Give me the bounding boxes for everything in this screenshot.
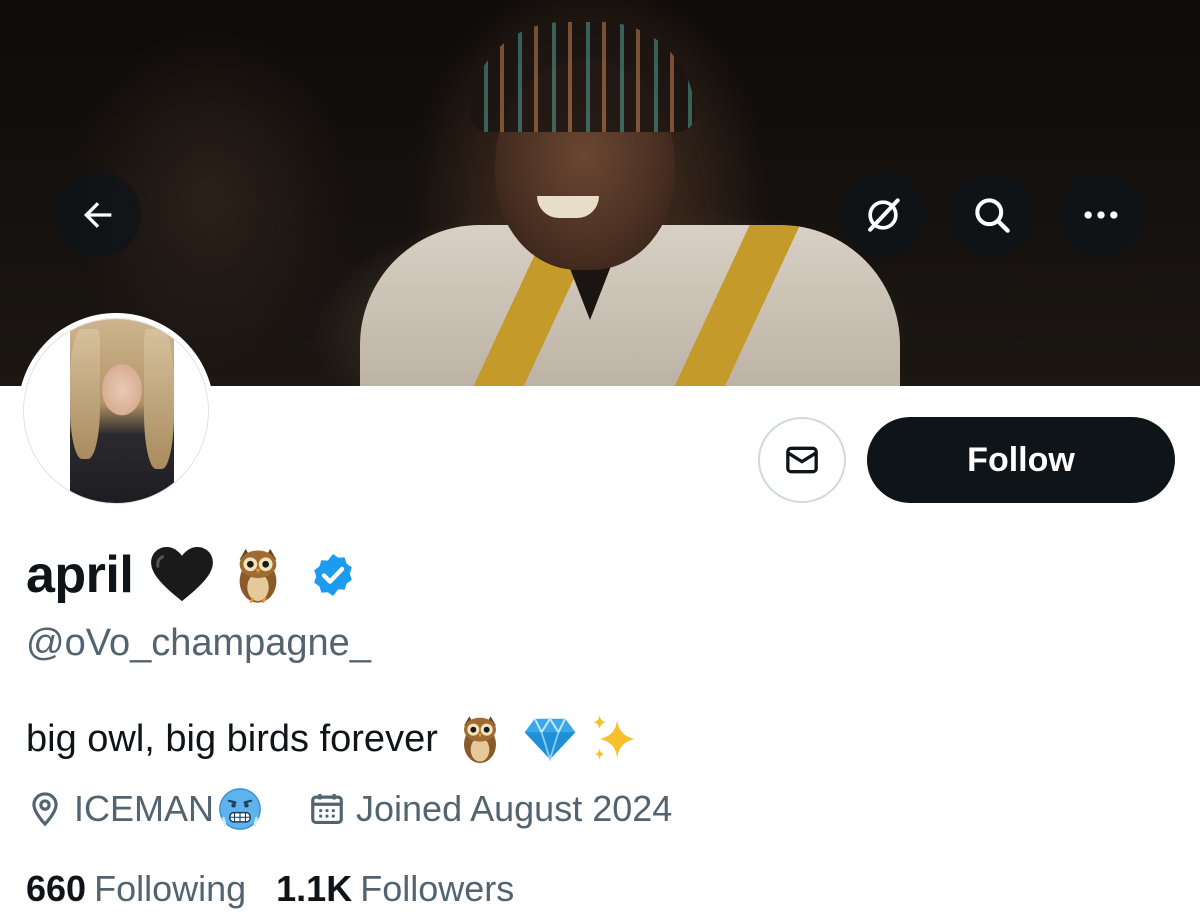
username-handle: @oVo_champagne_ — [26, 622, 371, 664]
avatar-hair-right — [144, 329, 174, 469]
follow-button[interactable]: Follow — [867, 417, 1175, 503]
profile-avatar[interactable] — [18, 313, 214, 509]
profile-meta: ICEMAN Joined August 2024 — [26, 785, 672, 833]
gem-icon — [522, 717, 578, 761]
sparkles-icon — [590, 713, 638, 765]
bio-text: big owl, big birds forever — [26, 717, 438, 760]
verified-badge-icon[interactable] — [309, 551, 357, 599]
arrow-left-icon — [84, 202, 112, 228]
slashed-circle-icon — [868, 198, 900, 232]
search-icon — [975, 198, 1010, 233]
owl-icon — [460, 712, 500, 766]
grok-button[interactable] — [840, 172, 926, 258]
followers-count: 1.1K — [276, 868, 353, 909]
calendar-icon — [311, 793, 343, 825]
envelope-icon — [786, 446, 818, 474]
followers-stat[interactable]: 1.1K Followers — [276, 868, 514, 910]
avatar-image — [23, 318, 209, 504]
banner-figure-hair — [470, 22, 695, 132]
following-count: 660 — [26, 868, 87, 909]
message-button[interactable] — [758, 417, 846, 503]
following-label: Following — [94, 868, 247, 909]
joined-date: Joined August 2024 — [356, 788, 673, 829]
more-button[interactable] — [1058, 172, 1144, 258]
avatar-hair-left — [70, 329, 100, 459]
followers-label: Followers — [360, 868, 515, 909]
owl-icon — [235, 544, 281, 606]
back-button[interactable] — [55, 172, 141, 258]
location-text: ICEMAN — [74, 788, 215, 829]
display-name: april — [26, 546, 134, 604]
cold-face-icon — [218, 787, 272, 831]
location-item: ICEMAN — [26, 787, 272, 831]
more-icon — [1084, 211, 1118, 219]
following-stat[interactable]: 660 Following — [26, 868, 246, 910]
black-heart-icon — [151, 547, 214, 603]
location-pin-icon — [32, 792, 58, 827]
joined-item: Joined August 2024 — [308, 788, 672, 830]
follow-stats: 660 Following 1.1K Followers — [26, 866, 514, 912]
name-row: april — [26, 540, 357, 610]
search-button[interactable] — [949, 172, 1035, 258]
profile-bio: big owl, big birds forever — [26, 712, 638, 766]
